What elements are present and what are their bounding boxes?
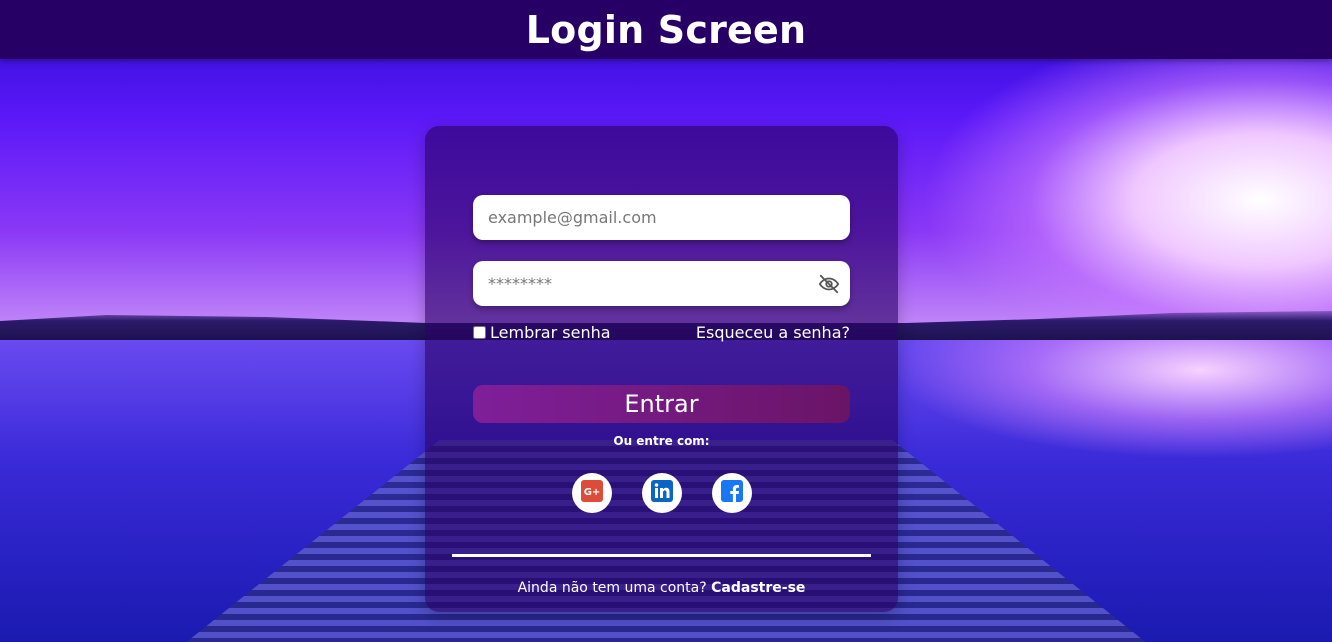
email-field-wrapper [473, 195, 850, 240]
facebook-button[interactable] [711, 473, 752, 513]
signup-link[interactable]: Cadastre-se [711, 580, 805, 596]
page-title: Login Screen [525, 7, 807, 52]
options-row: Lembrar senha Esqueceu a senha? [473, 321, 850, 343]
facebook-icon [720, 480, 743, 506]
social-login-buttons: G+ [425, 473, 898, 513]
forgot-password-link[interactable]: Esqueceu a senha? [696, 323, 850, 342]
signup-prompt: Ainda não tem uma conta? Cadastre-se [425, 580, 898, 596]
top-header: Login Screen [0, 0, 1332, 59]
password-field-wrapper [473, 261, 850, 306]
remember-password[interactable]: Lembrar senha [473, 323, 611, 342]
remember-checkbox[interactable] [473, 325, 486, 339]
password-input[interactable] [473, 261, 850, 306]
google-plus-button[interactable]: G+ [571, 473, 612, 513]
signup-text: Ainda não tem uma conta? [517, 580, 707, 596]
divider [452, 554, 871, 557]
svg-text:G+: G+ [583, 487, 600, 498]
login-card: Lembrar senha Esqueceu a senha? Entrar O… [425, 126, 898, 612]
linkedin-icon [650, 480, 673, 506]
remember-label: Lembrar senha [490, 322, 611, 342]
google-plus-icon: G+ [580, 480, 603, 506]
eye-slash-icon[interactable] [818, 273, 840, 295]
login-button[interactable]: Entrar [473, 385, 850, 423]
linkedin-button[interactable] [641, 473, 682, 513]
email-input[interactable] [473, 195, 850, 240]
social-login-label: Ou entre com: [613, 434, 710, 448]
